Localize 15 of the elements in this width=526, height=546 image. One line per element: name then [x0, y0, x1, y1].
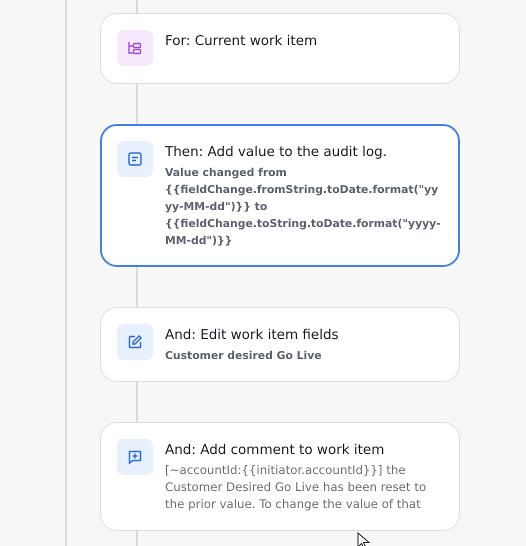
step-description: Value changed from {{fieldChange.fromString.toDate.format("yy yy-MM-dd")}} to {{fieldChange.toString.toDate.format("yyyy- MM-dd")}} [165, 165, 441, 249]
hierarchy-icon [127, 40, 143, 56]
edit-icon [127, 334, 143, 350]
step-card[interactable]: Then: Add value to the audit log. Value changed from {{fieldChange.fromString.toDate.format("yy yy-MM-dd")}} to {{fieldChange.toString.toDate.format("yyyy- MM-dd")}} [100, 124, 460, 267]
step-description: Customer desired Go Live [165, 348, 322, 364]
step-card[interactable]: And: Edit work item fields Customer desired Go Live [100, 307, 460, 382]
document-icon [127, 151, 143, 167]
step-card[interactable]: For: Current work item [100, 13, 460, 84]
comment-add-icon [127, 449, 143, 465]
step-title: For: Current work item [165, 32, 318, 50]
step-title: And: Edit work item fields [165, 326, 339, 344]
step-title: Then: Add value to the audit log. [165, 143, 388, 161]
step-description: [~accountId:{{initiator.accountId}}] the Customer Desired Go Live has been reset to the prior value. To change the value of that [165, 462, 426, 513]
step-card[interactable]: And: Add comment to work item [~accountId:{{initiator.accountId}}] the Customer Desired Go Live has been reset to the prior value. To change the value of that [100, 422, 460, 531]
step-title: And: Add comment to work item [165, 441, 386, 459]
